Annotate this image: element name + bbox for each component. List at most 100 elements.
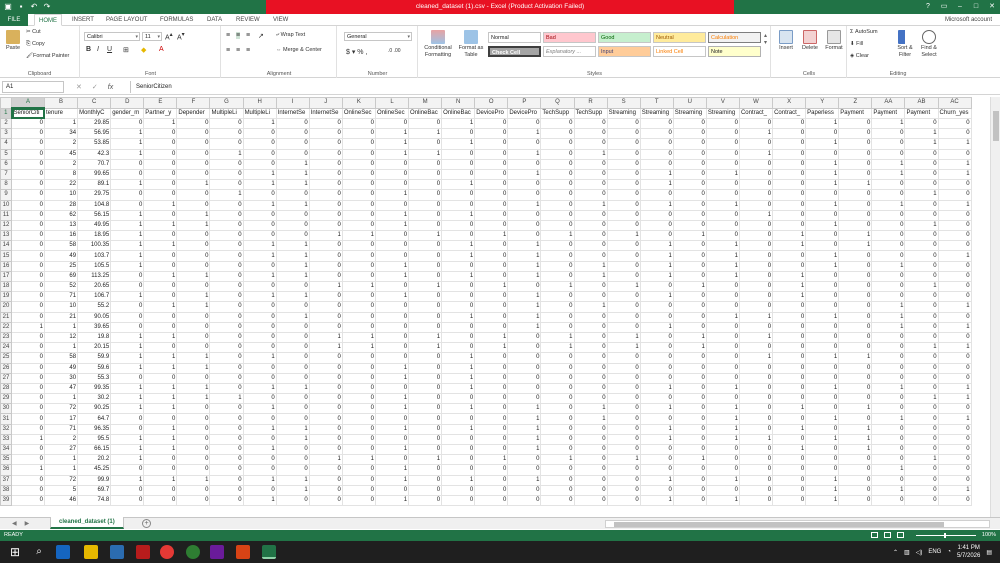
data-cell[interactable]: 0 [176, 464, 211, 476]
data-cell[interactable]: 66.15 [77, 443, 112, 456]
data-cell[interactable]: 0 [341, 464, 376, 476]
data-cell[interactable]: 1 [43, 117, 79, 130]
data-cell[interactable]: 1 [871, 199, 906, 211]
data-cell[interactable]: 0 [176, 148, 211, 160]
data-cell[interactable]: 0 [209, 372, 244, 384]
data-cell[interactable]: 0 [143, 148, 178, 160]
data-cell[interactable]: 1 [110, 148, 145, 160]
data-cell[interactable]: 0 [871, 494, 906, 507]
data-cell[interactable]: 0 [209, 168, 244, 181]
data-cell[interactable]: 0 [573, 393, 608, 405]
data-cell[interactable]: 1 [507, 250, 542, 262]
data-cell[interactable]: 99.35 [77, 382, 112, 395]
data-cell[interactable]: 2 [43, 433, 79, 446]
data-cell[interactable]: 0 [871, 342, 906, 354]
data-cell[interactable]: 1 [705, 311, 740, 323]
data-cell[interactable]: 0 [441, 454, 476, 466]
data-cell[interactable]: 0 [341, 117, 376, 130]
data-cell[interactable]: 0 [11, 209, 45, 221]
format-painter-button[interactable]: 🖌Format Painter [26, 53, 69, 59]
data-cell[interactable]: 0 [672, 443, 707, 456]
next-sheet-icon[interactable]: ▶ [25, 518, 30, 530]
data-cell[interactable]: 0 [474, 423, 509, 435]
data-cell[interactable]: 1 [871, 484, 906, 496]
data-cell[interactable]: 1 [805, 413, 840, 425]
data-cell[interactable]: 1 [143, 199, 178, 211]
data-cell[interactable]: 64.7 [77, 413, 112, 425]
data-cell[interactable]: 0 [904, 362, 939, 374]
column-header[interactable]: M [408, 97, 443, 109]
data-cell[interactable]: 0 [838, 331, 873, 344]
align-top-icon[interactable]: ≡ [226, 32, 230, 39]
data-cell[interactable]: 0 [772, 321, 807, 333]
data-cell[interactable]: 0 [408, 433, 443, 446]
data-cell[interactable]: 0 [176, 158, 211, 170]
data-cell[interactable]: 0 [705, 117, 740, 130]
column-header[interactable]: T [639, 97, 674, 109]
data-cell[interactable]: 1 [176, 270, 211, 283]
data-cell[interactable]: 0 [639, 464, 674, 476]
header-cell[interactable]: gender_m [110, 107, 145, 119]
data-cell[interactable]: 0 [937, 433, 972, 446]
data-cell[interactable]: 0 [738, 240, 774, 252]
data-cell[interactable]: 1 [374, 209, 410, 221]
data-cell[interactable]: 1 [176, 291, 211, 303]
data-cell[interactable]: 0 [838, 474, 873, 486]
data-cell[interactable]: 0 [937, 474, 972, 486]
data-cell[interactable]: 10 [43, 301, 79, 313]
data-cell[interactable]: 1 [143, 301, 178, 313]
data-cell[interactable]: 1 [639, 321, 674, 333]
style-calculation[interactable]: Calculation [708, 32, 761, 43]
data-cell[interactable]: 0 [639, 128, 674, 140]
data-cell[interactable]: 0 [209, 464, 244, 476]
data-cell[interactable]: 0 [606, 138, 641, 150]
data-cell[interactable]: 0 [474, 484, 509, 496]
data-cell[interactable]: 0 [441, 219, 476, 232]
data-cell[interactable]: 0 [540, 158, 575, 170]
data-cell[interactable]: 1 [639, 403, 674, 415]
data-cell[interactable]: 0 [904, 199, 939, 211]
data-cell[interactable]: 2 [43, 138, 79, 150]
data-cell[interactable]: 1 [275, 240, 310, 252]
data-cell[interactable]: 0 [573, 209, 608, 221]
data-cell[interactable]: 0 [474, 362, 509, 374]
row-header[interactable]: 2 [0, 117, 12, 130]
data-cell[interactable]: 0 [176, 311, 211, 323]
data-cell[interactable]: 0 [209, 209, 244, 221]
data-cell[interactable]: 0 [805, 209, 840, 221]
data-cell[interactable]: 49 [43, 362, 79, 374]
data-cell[interactable]: 0 [308, 484, 343, 496]
data-cell[interactable]: 1 [441, 403, 476, 415]
data-cell[interactable]: 0 [408, 301, 443, 313]
data-cell[interactable]: 0 [143, 209, 178, 221]
data-cell[interactable]: 0 [738, 138, 774, 150]
data-cell[interactable]: 1 [242, 291, 277, 303]
data-cell[interactable]: 0 [871, 433, 906, 446]
data-cell[interactable]: 1 [408, 342, 443, 354]
row-header[interactable]: 1 [0, 107, 13, 119]
data-cell[interactable]: 0 [904, 158, 939, 170]
data-cell[interactable]: 1 [639, 270, 674, 283]
page-layout-view-icon[interactable] [884, 532, 891, 538]
row-header[interactable]: 21 [0, 311, 12, 323]
data-cell[interactable]: 1 [639, 250, 674, 262]
data-cell[interactable]: 1 [738, 433, 774, 446]
header-cell[interactable]: Streaming [705, 107, 740, 119]
data-cell[interactable]: 0 [474, 158, 509, 170]
chrome-icon[interactable] [160, 545, 174, 559]
data-cell[interactable]: 1 [805, 484, 840, 496]
header-cell[interactable]: Payment [904, 107, 939, 119]
data-cell[interactable]: 0 [904, 443, 939, 456]
data-cell[interactable]: 0 [606, 117, 641, 130]
data-cell[interactable]: 1 [738, 148, 774, 160]
data-cell[interactable]: 0 [672, 311, 707, 323]
data-cell[interactable]: 0 [639, 372, 674, 384]
data-cell[interactable]: 0 [143, 158, 178, 170]
data-cell[interactable]: 1 [374, 128, 410, 140]
data-cell[interactable]: 56.95 [77, 128, 112, 140]
data-cell[interactable]: 1 [110, 443, 145, 456]
data-cell[interactable]: 0 [904, 209, 939, 221]
data-cell[interactable]: 0 [606, 464, 641, 476]
data-cell[interactable]: 1 [639, 494, 674, 507]
data-cell[interactable]: 0 [705, 484, 740, 496]
